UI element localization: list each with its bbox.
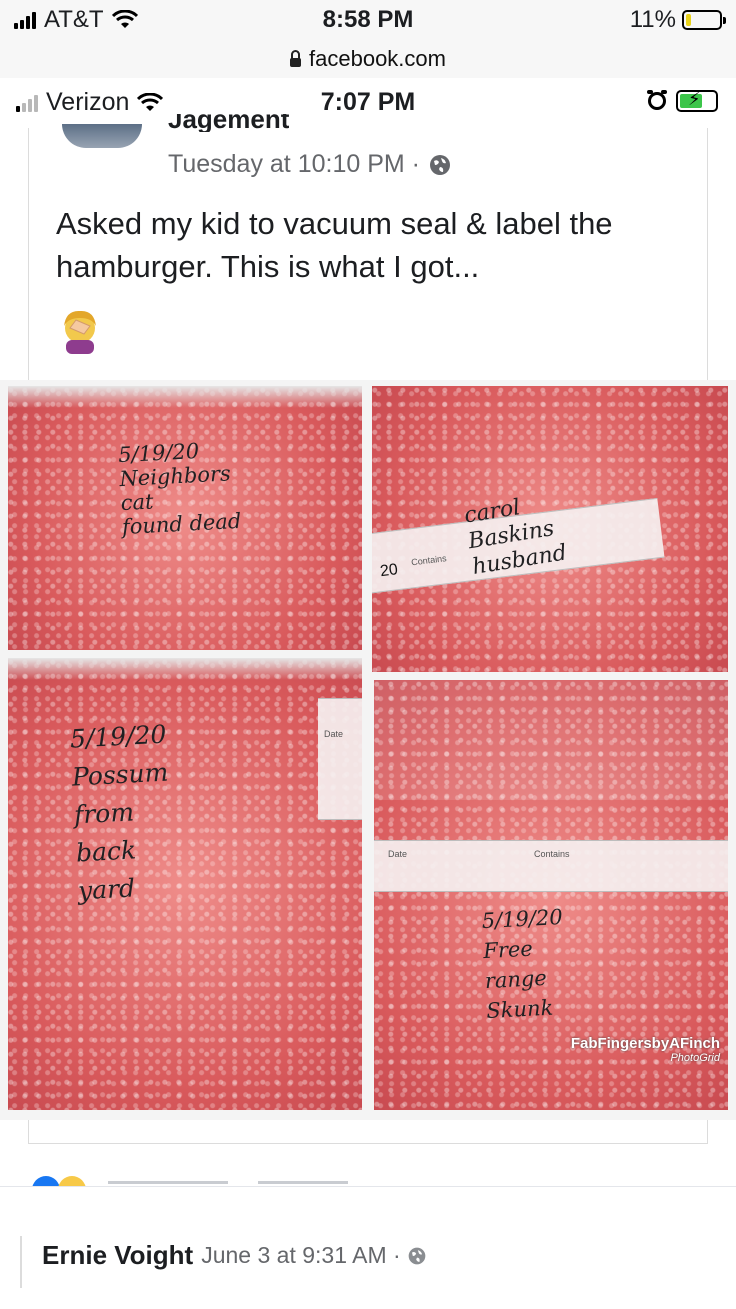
comment-timestamp[interactable]: June 3 at 9:31 AM · bbox=[201, 1242, 400, 1269]
post-author-name[interactable]: Jagement bbox=[168, 114, 289, 132]
photo-label-text: 5/19/20 Possum from back yard bbox=[69, 719, 170, 906]
post-timestamp[interactable]: Tuesday at 10:10 PM · bbox=[168, 150, 420, 179]
post-text: Asked my kid to vacuum seal & label the … bbox=[56, 206, 613, 284]
strip-date: Date bbox=[388, 849, 408, 859]
lock-icon bbox=[290, 49, 302, 67]
strip-date: Date bbox=[324, 729, 344, 739]
post-meta: Tuesday at 10:10 PM · bbox=[168, 150, 452, 179]
face-palm-emoji bbox=[64, 310, 96, 354]
haha-reaction-icon bbox=[58, 1176, 86, 1186]
divider bbox=[0, 1186, 736, 1187]
outer-status-bar: AT&T 8:58 PM 11% bbox=[0, 0, 736, 44]
comment-header: Ernie Voight June 3 at 9:31 AM · bbox=[42, 1240, 427, 1271]
comment-meta: June 3 at 9:31 AM · bbox=[201, 1242, 426, 1269]
reactions-row[interactable] bbox=[28, 1172, 708, 1186]
battery-icon bbox=[682, 10, 726, 30]
outer-battery: 11% bbox=[629, 6, 726, 34]
like-reaction-icon bbox=[32, 1176, 60, 1186]
photo-label-text: carol Baskins husband bbox=[462, 495, 569, 580]
photo-label-text: 5/19/20 Neighbors cat found dead bbox=[117, 438, 242, 540]
strip-contains: Contains bbox=[534, 849, 570, 859]
inner-clock: 7:07 PM bbox=[320, 88, 416, 116]
photo-label-text: 5/19/20 Free range Skunk bbox=[481, 904, 564, 1024]
inner-status-right: ⚡ bbox=[647, 89, 718, 112]
charging-battery-icon: ⚡ bbox=[676, 89, 718, 112]
inner-status-bar: Verizon 7:07 PM ⚡ bbox=[0, 78, 736, 130]
comment-author[interactable]: Ernie Voight bbox=[42, 1240, 193, 1271]
browser-url-bar[interactable]: facebook.com bbox=[0, 40, 736, 79]
globe-icon bbox=[408, 1247, 425, 1264]
photo-watermark: FabFingersbyAFinch PhotoGrid bbox=[520, 1035, 720, 1064]
photo-collage[interactable]: 5/19/20 Neighbors cat found dead 20 Cont… bbox=[0, 380, 736, 1120]
url-text: facebook.com bbox=[309, 46, 446, 71]
strip-contains: Contains bbox=[410, 553, 448, 568]
alarm-clock-icon bbox=[647, 90, 667, 110]
outer-clock: 8:58 PM bbox=[322, 6, 414, 33]
globe-icon bbox=[429, 154, 450, 175]
battery-percent: 11% bbox=[629, 6, 676, 33]
watermark-sub: PhotoGrid bbox=[670, 1052, 720, 1064]
photo-neighbors-cat[interactable]: 5/19/20 Neighbors cat found dead bbox=[8, 386, 362, 650]
photo-possum[interactable]: Date 5/19/20 Possum from back yard bbox=[8, 658, 362, 1110]
watermark-text: FabFingersbyAFinch bbox=[570, 1035, 720, 1052]
author-avatar[interactable] bbox=[62, 124, 142, 148]
photo-carol-baskins-husband[interactable]: 20 Contains carol Baskins husband bbox=[372, 386, 728, 672]
comment-thread-rail bbox=[20, 1236, 22, 1288]
strip-date: 20 bbox=[379, 561, 399, 581]
